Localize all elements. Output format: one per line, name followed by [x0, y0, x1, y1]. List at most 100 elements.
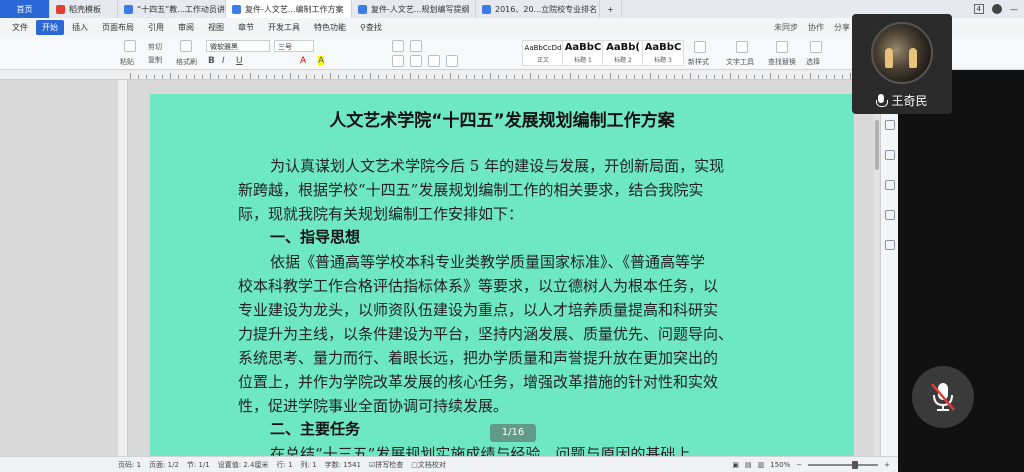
status-word-count[interactable]: 字数: 1541	[325, 460, 361, 470]
ruler-tick	[218, 75, 219, 79]
zoom-in-button[interactable]: +	[884, 461, 890, 469]
collab-button[interactable]: 协作	[808, 22, 824, 33]
ruler-tick	[602, 75, 603, 79]
screen: 首页 稻壳模板 “十四五”教...工作动员讲话 复件-人文艺...编制工作方案 …	[0, 0, 1024, 472]
ruler-tick	[258, 75, 259, 79]
style-heading-1[interactable]: AaBbC 标题 1	[562, 40, 604, 66]
align-center-icon[interactable]	[410, 55, 422, 67]
copy-button[interactable]: 复制	[148, 55, 162, 65]
participant-name: 王奇民	[891, 94, 928, 108]
style-body[interactable]: AaBbCcDd 正文	[522, 40, 564, 66]
horizontal-ruler[interactable]	[0, 70, 880, 80]
tab-bar-right: 4 —	[973, 4, 1024, 14]
tab-doc-3[interactable]: 复件-人文艺...规划编写提纲	[352, 0, 476, 18]
ruler-tick	[322, 75, 323, 79]
sidebar-tool-icon[interactable]	[885, 120, 895, 130]
menu-dev-tools[interactable]: 开发工具	[262, 20, 306, 35]
ruler-tick	[682, 75, 683, 79]
minimize-icon[interactable]: —	[1010, 5, 1018, 14]
ruler-tick	[202, 75, 203, 79]
sync-status[interactable]: 未同步	[774, 22, 798, 33]
menu-view[interactable]: 视图	[202, 20, 230, 35]
view-mode-icon[interactable]: ▣	[732, 461, 739, 469]
sidebar-tool-icon[interactable]	[885, 210, 895, 220]
new-tab-button[interactable]: +	[600, 0, 622, 18]
user-avatar[interactable]	[992, 4, 1002, 14]
sidebar-tool-icon[interactable]	[885, 150, 895, 160]
participant-video-panel[interactable]: 王奇民	[852, 14, 952, 114]
underline-button[interactable]: U	[236, 56, 243, 66]
numbered-list-icon[interactable]	[410, 40, 422, 52]
tab-template[interactable]: 稻壳模板	[50, 0, 118, 18]
menu-review[interactable]: 审阅	[172, 20, 200, 35]
new-style-label[interactable]: 新样式	[688, 57, 709, 67]
share-button[interactable]: 分享	[834, 22, 850, 33]
menu-reference[interactable]: 引用	[142, 20, 170, 35]
view-mode-icon[interactable]: ▥	[758, 461, 765, 469]
font-size-select[interactable]: 三号	[274, 40, 314, 52]
style-heading-3[interactable]: AaBbC 标题 3	[642, 40, 684, 66]
ruler-tick	[706, 75, 707, 79]
doc-check-button[interactable]: ▢文档校对	[411, 460, 446, 470]
vertical-ruler[interactable]	[118, 80, 128, 456]
menu-page-layout[interactable]: 页面布局	[96, 20, 140, 35]
view-mode-icon[interactable]: ▤	[745, 461, 752, 469]
menu-insert[interactable]: 插入	[66, 20, 94, 35]
find-replace-label[interactable]: 查找替换	[768, 57, 796, 67]
zoom-level[interactable]: 150%	[770, 461, 790, 469]
tab-count-badge[interactable]: 4	[973, 4, 984, 14]
ruler-tick	[402, 75, 403, 79]
tab-doc-1[interactable]: “十四五”教...工作动员讲话	[118, 0, 226, 18]
spell-check-toggle[interactable]: ☑拼写检查	[369, 460, 403, 470]
new-style-icon[interactable]	[694, 41, 706, 53]
scrollbar-thumb[interactable]	[875, 120, 879, 170]
document-page[interactable]: 人文艺术学院“十四五”发展规划编制工作方案 为认真谋划人文艺术学院今后 5 年的…	[150, 94, 854, 456]
ruler-tick	[570, 73, 571, 79]
bullet-list-icon[interactable]	[392, 40, 404, 52]
paste-icon[interactable]	[124, 40, 136, 52]
menu-search[interactable]: ⚲查找	[354, 20, 388, 35]
ruler-tick	[802, 75, 803, 79]
justify-icon[interactable]	[446, 55, 458, 67]
ruler-tick	[386, 75, 387, 79]
align-right-icon[interactable]	[428, 55, 440, 67]
zoom-slider[interactable]	[808, 460, 879, 469]
format-painter-icon[interactable]	[180, 40, 192, 52]
tab-home[interactable]: 首页	[0, 0, 50, 18]
ruler-tick	[338, 75, 339, 79]
font-name-select[interactable]: 微软雅黑	[206, 40, 270, 52]
ruler-tick	[770, 73, 771, 79]
sidebar-tool-icon[interactable]	[885, 240, 895, 250]
bold-button[interactable]: B	[208, 56, 215, 66]
menu-start[interactable]: 开始	[36, 19, 64, 35]
text-tools-icon[interactable]	[736, 41, 748, 53]
ruler-tick	[826, 75, 827, 79]
select-label[interactable]: 选择	[806, 57, 820, 67]
tab-doc-2-active[interactable]: 复件-人文艺...编制工作方案 ×	[226, 0, 352, 18]
select-icon[interactable]	[810, 41, 822, 53]
tab-doc-4[interactable]: 2016、20...立院校专业排名	[476, 0, 600, 18]
highlight-button[interactable]: A	[318, 56, 325, 66]
font-color-button[interactable]: A	[300, 56, 306, 66]
mute-toggle-button[interactable]	[912, 366, 974, 428]
status-page-of: 页面: 1/2	[149, 460, 179, 469]
align-left-icon[interactable]	[392, 55, 404, 67]
menu-file[interactable]: 文件	[6, 20, 34, 35]
ruler-tick	[658, 75, 659, 79]
format-painter-label[interactable]: 格式刷	[176, 57, 197, 67]
ruler-tick	[442, 75, 443, 79]
text-tools-label[interactable]: 文字工具	[726, 57, 754, 67]
cut-button[interactable]: 剪切	[148, 42, 162, 52]
ruler-tick	[594, 75, 595, 79]
find-replace-icon[interactable]	[776, 41, 788, 53]
intro-line-3: 际，现就我院有关规划编制工作安排如下：	[238, 205, 524, 223]
ruler-tick	[562, 75, 563, 79]
menu-chapter[interactable]: 章节	[232, 20, 260, 35]
paste-label[interactable]: 粘贴	[120, 57, 134, 67]
zoom-out-button[interactable]: −	[796, 461, 802, 469]
style-heading-2[interactable]: AaBb( 标题 2	[602, 40, 644, 66]
italic-button[interactable]: I	[222, 56, 225, 66]
sidebar-tool-icon[interactable]	[885, 180, 895, 190]
ruler-tick	[466, 75, 467, 79]
menu-special[interactable]: 特色功能	[308, 20, 352, 35]
